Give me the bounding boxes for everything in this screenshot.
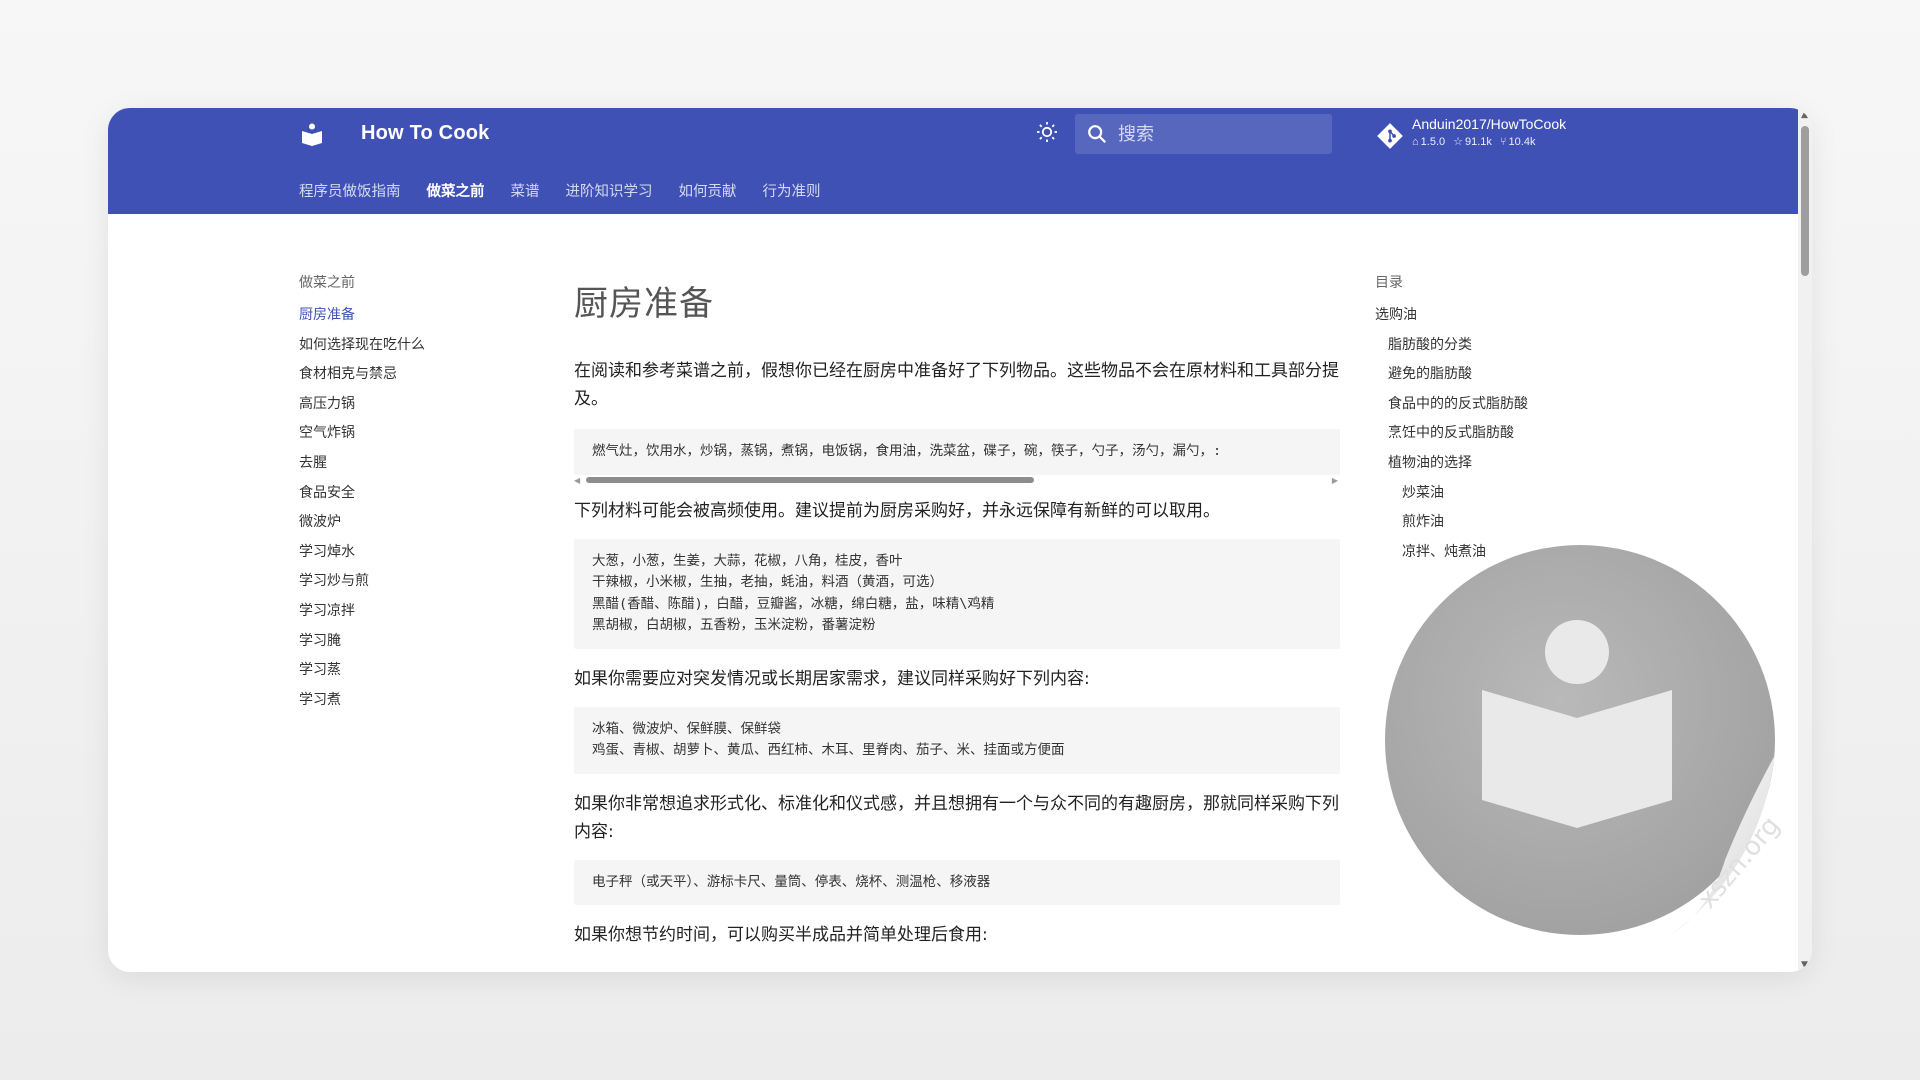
toc-title: 目录 <box>1375 275 1403 291</box>
tag-icon: ⌂ <box>1412 135 1419 148</box>
toc-item-buy-oil[interactable]: 选购油 <box>1375 301 1595 331</box>
toc-item-trans-fat-cooking[interactable]: 烹饪中的反式脂肪酸 <box>1375 419 1595 449</box>
sidebar-title: 做菜之前 <box>299 275 355 291</box>
sidebar-item-food-safety[interactable]: 食品安全 <box>299 479 499 509</box>
sidebar-item-boil[interactable]: 学习煮 <box>299 686 499 716</box>
repo-forks: ⑂ 10.4k <box>1499 135 1536 148</box>
tab-contribute[interactable]: 如何贡献 <box>679 180 737 201</box>
toc-item-avoid-fatty-acids[interactable]: 避免的脂肪酸 <box>1375 360 1595 390</box>
scroll-down-icon[interactable]: ▼ <box>1801 960 1808 970</box>
repo-version: ⌂ 1.5.0 <box>1412 135 1446 148</box>
nav-tabs: 程序员做饭指南 做菜之前 菜谱 进阶知识学习 如何贡献 行为准则 <box>299 180 821 201</box>
code-block-tools[interactable]: 电子秤（或天平）、游标卡尺、量筒、停表、烧杯、测温枪、移液器 <box>574 859 1340 905</box>
vertical-scrollbar[interactable]: ▲ ▼ <box>1798 108 1812 972</box>
toc-item-veg-oil-choice[interactable]: 植物油的选择 <box>1375 449 1595 479</box>
code-block-emergency[interactable]: 冰箱、微波炉、保鲜膜、保鲜袋 鸡蛋、青椒、胡萝卜、黄瓜、西红柿、木耳、里脊肉、茄… <box>574 706 1340 774</box>
toc-item-trans-fat-food[interactable]: 食品中的的反式脂肪酸 <box>1375 390 1595 420</box>
vertical-scrollbar-thumb[interactable] <box>1801 126 1809 276</box>
code-block-seasonings[interactable]: 大葱，小葱，生姜，大蒜，花椒，八角，桂皮，香叶 干辣椒，小米椒，生抽，老抽，蚝油… <box>574 538 1340 649</box>
sidebar-item-marinate[interactable]: 学习腌 <box>299 627 499 657</box>
toc-item-frying-oil[interactable]: 煎炸油 <box>1375 508 1595 538</box>
scroll-right-icon[interactable]: ▶ <box>1332 476 1338 485</box>
tab-programmer-guide[interactable]: 程序员做饭指南 <box>299 180 401 201</box>
sidebar-item-what-to-eat[interactable]: 如何选择现在吃什么 <box>299 331 499 361</box>
sidebar-item-pressure-cooker[interactable]: 高压力锅 <box>299 390 499 420</box>
star-icon: ☆ <box>1453 136 1463 148</box>
tab-advanced[interactable]: 进阶知识学习 <box>566 180 653 201</box>
emergency-paragraph: 如果你需要应对突发情况或长期居家需求，建议同样采购好下列内容: <box>574 668 1090 689</box>
scrollbar-thumb[interactable] <box>586 476 1034 483</box>
table-of-contents: 目录 选购油 脂肪酸的分类 避免的脂肪酸 食品中的的反式脂肪酸 烹饪中的反式脂肪… <box>1375 272 1595 567</box>
toc-item-stir-fry-oil[interactable]: 炒菜油 <box>1375 479 1595 509</box>
scroll-left-icon[interactable]: ◀ <box>574 476 580 485</box>
site-title[interactable]: How To Cook <box>361 122 489 145</box>
frequent-materials-paragraph: 下列材料可能会被高频使用。建议提前为厨房采购好，并永远保障有新鲜的可以取用。 <box>574 500 1220 521</box>
code-block-basics[interactable]: 燃气灶，饮用水，炒锅，蒸锅，煮锅，电饭锅，食用油，洗菜盆，碟子，碗，筷子，勺子，… <box>574 429 1340 475</box>
search-input[interactable] <box>1118 123 1308 145</box>
repo-name: Anduin2017/HowToCook <box>1412 116 1567 132</box>
search-icon <box>1088 125 1107 144</box>
main-content: 厨房准备 在阅读和参考菜谱之前，假想你已经在厨房中准备好了下列物品。这些物品不会… <box>574 268 1340 949</box>
tab-recipes[interactable]: 菜谱 <box>511 180 540 201</box>
intro-paragraph: 在阅读和参考菜谱之前，假想你已经在厨房中准备好了下列物品。这些物品不会在原材料和… <box>574 361 1339 409</box>
tab-code-of-conduct[interactable]: 行为准则 <box>763 180 821 201</box>
book-logo-icon[interactable] <box>300 122 324 146</box>
sun-icon[interactable] <box>1035 120 1059 144</box>
sidebar-item-kitchen-prep[interactable]: 厨房准备 <box>299 301 499 331</box>
browser-window: How To Cook Anduin2017/H <box>108 108 1812 972</box>
sidebar-item-cold-dish[interactable]: 学习凉拌 <box>299 597 499 627</box>
site-header: How To Cook Anduin2017/H <box>108 108 1798 214</box>
ritual-paragraph: 如果你非常想追求形式化、标准化和仪式感，并且想拥有一个与众不同的有趣厨房，那就同… <box>574 793 1339 842</box>
repo-stars: ☆ 91.1k <box>1453 135 1492 149</box>
toc-item-cold-stew-oil[interactable]: 凉拌、炖煮油 <box>1375 538 1595 568</box>
save-time-paragraph: 如果你想节约时间，可以购买半成品并简单处理后食用: <box>574 925 988 945</box>
scroll-up-icon[interactable]: ▲ <box>1801 110 1808 120</box>
sidebar-item-remove-fishy[interactable]: 去腥 <box>299 449 499 479</box>
search-box[interactable] <box>1075 114 1332 154</box>
page-title: 厨房准备 <box>574 284 714 324</box>
tab-before-cooking[interactable]: 做菜之前 <box>427 180 485 201</box>
sidebar-item-microwave[interactable]: 微波炉 <box>299 508 499 538</box>
code-horizontal-scrollbar[interactable]: ◀ ▶ <box>574 473 1340 487</box>
sidebar-item-food-taboos[interactable]: 食材相克与禁忌 <box>299 360 499 390</box>
repo-link[interactable]: Anduin2017/HowToCook ⌂ 1.5.0 ☆ 91.1k ⑂ 10.4… <box>1376 116 1566 150</box>
sidebar-item-air-fryer[interactable]: 空气炸锅 <box>299 419 499 449</box>
sidebar-nav: 做菜之前 厨房准备 如何选择现在吃什么 食材相克与禁忌 高压力锅 空气炸锅 去腥… <box>299 272 499 715</box>
sidebar-item-stir-fry[interactable]: 学习炒与煎 <box>299 567 499 597</box>
sidebar-item-steam[interactable]: 学习蒸 <box>299 656 499 686</box>
toc-item-fatty-acid-types[interactable]: 脂肪酸的分类 <box>1375 331 1595 361</box>
sidebar-item-blanching[interactable]: 学习焯水 <box>299 538 499 568</box>
fork-icon: ⑂ <box>1499 135 1507 148</box>
git-icon <box>1377 123 1403 149</box>
